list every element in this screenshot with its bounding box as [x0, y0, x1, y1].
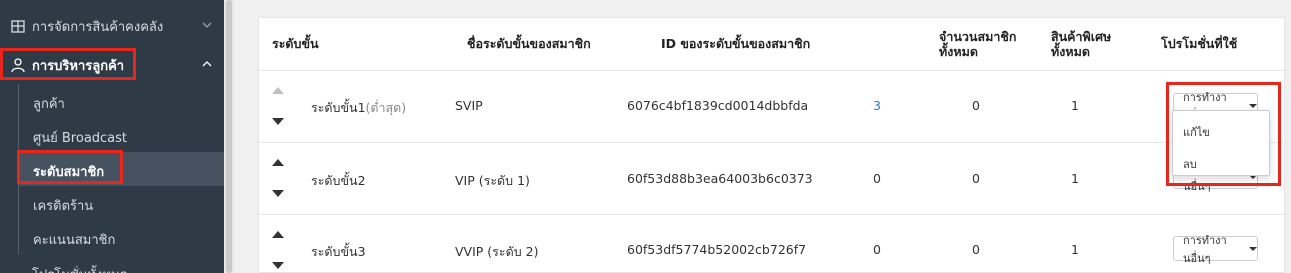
- highlight-box: [0, 48, 136, 80]
- sidebar-subitem-label: คะแนนสมาชิก: [33, 233, 116, 248]
- member-count-cell: 0: [873, 242, 881, 257]
- sidebar-item-label: โปรโมชั่นทั้งหมด: [32, 264, 128, 273]
- sidebar-item-inventory[interactable]: การจัดการสินค้าคงคลัง: [0, 9, 224, 43]
- scrollbar-thumb[interactable]: [226, 0, 232, 273]
- level-id-cell: 6076c4bf1839cd0014dbbfda: [627, 98, 809, 113]
- sidebar-subitem-broadcast[interactable]: ศูนย์ Broadcast: [18, 118, 224, 152]
- header-level-name: ชื่อระดับขั้นของสมาชิก: [467, 36, 591, 51]
- sidebar-subitem-store-credit[interactable]: เครดิตร้าน: [18, 186, 224, 220]
- header-level: ระดับขั้น: [272, 36, 319, 51]
- table-row: ระดับขั้น1(ต่ำสุด) SVIP 6076c4bf1839cd00…: [259, 70, 1286, 142]
- sidebar-item-label: การจัดการสินค้าคงคลัง: [32, 19, 164, 35]
- warehouse-icon: [11, 20, 25, 33]
- level-id-cell: 60f53df5774b52002cb726f7: [627, 242, 807, 257]
- sidebar-scrollbar[interactable]: [224, 0, 234, 273]
- level-cell: ระดับขั้น3: [311, 244, 366, 259]
- header-line: สินค้าพิเศษ: [1051, 29, 1112, 44]
- sidebar-subitem-label: ศูนย์ Broadcast: [33, 131, 128, 146]
- caret-down-icon: [1249, 246, 1257, 251]
- level-id-cell: 60f53d88b3ea64003b6c0373: [627, 171, 813, 186]
- level-label: ระดับขั้น1: [311, 100, 366, 115]
- sidebar-subitem-label: ลูกค้า: [33, 97, 65, 112]
- member-count-cell: 0: [873, 171, 881, 186]
- promotions-cell: 1: [1071, 242, 1079, 257]
- level-name-cell: VVIP (ระดับ 2): [455, 244, 539, 259]
- move-down-icon[interactable]: [272, 118, 284, 125]
- highlight-box: [17, 150, 123, 184]
- header-line: จำนวนสมาชิก: [939, 29, 1017, 44]
- special-products-cell: 0: [972, 98, 980, 113]
- move-down-icon[interactable]: [272, 262, 284, 269]
- promotions-cell: 1: [1071, 98, 1079, 113]
- level-name-cell: VIP (ระดับ 1): [455, 173, 530, 188]
- member-count-link[interactable]: 3: [873, 98, 881, 113]
- sidebar: การจัดการสินค้าคงคลัง การบริหารลูกค้า ลู…: [0, 0, 224, 273]
- header-line: ทั้งหมด: [1051, 44, 1090, 59]
- move-up-icon: [272, 87, 284, 94]
- promotions-cell: 1: [1071, 171, 1079, 186]
- more-actions-button[interactable]: การทำงานอื่นๆ: [1173, 234, 1258, 265]
- move-up-icon[interactable]: [272, 159, 284, 166]
- level-cell: ระดับขั้น1(ต่ำสุด): [311, 98, 406, 118]
- chevron-down-icon: [202, 22, 212, 28]
- member-level-table: ระดับขั้น ชื่อระดับขั้นของสมาชิก ID ของร…: [258, 17, 1286, 273]
- header-level-id: ID ของระดับขั้นของสมาชิก: [661, 36, 811, 51]
- special-products-cell: 0: [972, 171, 980, 186]
- sidebar-subitem-member-points[interactable]: คะแนนสมาชิก: [18, 220, 224, 254]
- level-suffix: (ต่ำสุด): [365, 100, 407, 115]
- sidebar-item-promotions[interactable]: โปรโมชั่นทั้งหมด: [0, 262, 224, 273]
- sidebar-subitem-customers[interactable]: ลูกค้า: [18, 84, 224, 118]
- highlight-box: [1166, 82, 1281, 186]
- table-row: ระดับขั้น2 VIP (ระดับ 1) 60f53d88b3ea640…: [259, 142, 1286, 214]
- chevron-up-icon: [202, 61, 212, 67]
- move-down-icon[interactable]: [272, 190, 284, 197]
- header-promotions: โปรโมชั่นที่ใช้: [1161, 36, 1238, 51]
- table-row: ระดับขั้น3 VVIP (ระดับ 2) 60f53df5774b52…: [259, 214, 1286, 273]
- header-line: ทั้งหมด: [939, 44, 978, 59]
- sidebar-subitem-label: เครดิตร้าน: [33, 199, 94, 214]
- special-products-cell: 0: [972, 242, 980, 257]
- level-name-cell: SVIP: [455, 98, 483, 113]
- header-member-count: จำนวนสมาชิก ทั้งหมด: [939, 18, 1016, 70]
- header-special-products: สินค้าพิเศษ ทั้งหมด: [1051, 18, 1111, 70]
- level-cell: ระดับขั้น2: [311, 173, 366, 188]
- button-label: การทำงานอื่นๆ: [1183, 233, 1227, 265]
- move-up-icon[interactable]: [272, 231, 284, 238]
